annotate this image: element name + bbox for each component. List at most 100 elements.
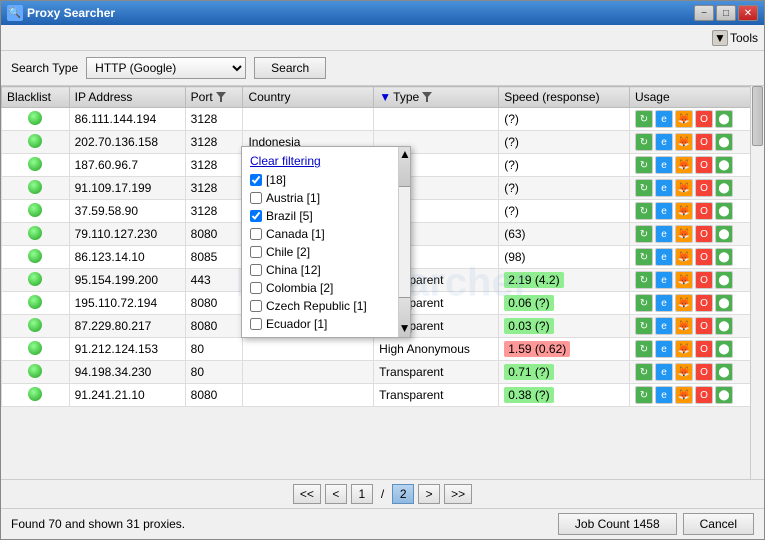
chrome-icon[interactable]: ⬤ <box>715 202 733 220</box>
chrome-icon[interactable]: ⬤ <box>715 294 733 312</box>
ie-icon[interactable]: e <box>655 363 673 381</box>
firefox-icon[interactable]: 🦊 <box>675 202 693 220</box>
dropdown-checkbox[interactable] <box>250 192 262 204</box>
dropdown-item[interactable]: Chile [2] <box>242 243 410 261</box>
scrollbar-thumb[interactable] <box>752 86 763 146</box>
chrome-icon[interactable]: ⬤ <box>715 386 733 404</box>
opera-icon[interactable]: O <box>695 294 713 312</box>
chrome-icon[interactable]: ⬤ <box>715 156 733 174</box>
ie-icon[interactable]: e <box>655 386 673 404</box>
dropdown-checkbox[interactable] <box>250 174 262 186</box>
refresh-icon[interactable]: ↻ <box>635 179 653 197</box>
ie-icon[interactable]: e <box>655 133 673 151</box>
firefox-icon[interactable]: 🦊 <box>675 248 693 266</box>
opera-icon[interactable]: O <box>695 133 713 151</box>
ie-icon[interactable]: e <box>655 179 673 197</box>
first-page-btn[interactable]: << <box>293 484 321 504</box>
clear-filter-btn[interactable]: Clear filtering <box>242 151 410 171</box>
opera-icon[interactable]: O <box>695 340 713 358</box>
firefox-icon[interactable]: 🦊 <box>675 386 693 404</box>
firefox-icon[interactable]: 🦊 <box>675 110 693 128</box>
dropdown-checkbox[interactable] <box>250 318 262 330</box>
firefox-icon[interactable]: 🦊 <box>675 133 693 151</box>
ie-icon[interactable]: e <box>655 248 673 266</box>
ie-icon[interactable]: e <box>655 294 673 312</box>
refresh-icon[interactable]: ↻ <box>635 363 653 381</box>
page-2-btn[interactable]: 2 <box>392 484 414 504</box>
type-filter-icon-left[interactable]: ▼ <box>379 91 391 103</box>
minimize-button[interactable]: − <box>694 5 714 21</box>
opera-icon[interactable]: O <box>695 386 713 404</box>
port-filter-icon[interactable] <box>215 91 227 103</box>
dropdown-scrollbar[interactable]: ▲ ▼ <box>398 147 410 337</box>
opera-icon[interactable]: O <box>695 271 713 289</box>
dropdown-checkbox[interactable] <box>250 210 262 222</box>
ie-icon[interactable]: e <box>655 202 673 220</box>
chrome-icon[interactable]: ⬤ <box>715 133 733 151</box>
firefox-icon[interactable]: 🦊 <box>675 340 693 358</box>
dropdown-checkbox[interactable] <box>250 246 262 258</box>
firefox-icon[interactable]: 🦊 <box>675 294 693 312</box>
opera-icon[interactable]: O <box>695 202 713 220</box>
chrome-icon[interactable]: ⬤ <box>715 317 733 335</box>
chrome-icon[interactable]: ⬤ <box>715 179 733 197</box>
type-filter-icon[interactable] <box>421 91 433 103</box>
ie-icon[interactable]: e <box>655 340 673 358</box>
refresh-icon[interactable]: ↻ <box>635 294 653 312</box>
page-1-btn[interactable]: 1 <box>351 484 373 504</box>
search-button[interactable]: Search <box>254 57 326 79</box>
dropdown-item[interactable]: China [12] <box>242 261 410 279</box>
chrome-icon[interactable]: ⬤ <box>715 363 733 381</box>
refresh-icon[interactable]: ↻ <box>635 225 653 243</box>
firefox-icon[interactable]: 🦊 <box>675 156 693 174</box>
ie-icon[interactable]: e <box>655 271 673 289</box>
opera-icon[interactable]: O <box>695 248 713 266</box>
chrome-icon[interactable]: ⬤ <box>715 271 733 289</box>
prev-page-btn[interactable]: < <box>325 484 347 504</box>
chrome-icon[interactable]: ⬤ <box>715 340 733 358</box>
close-button[interactable]: ✕ <box>738 5 758 21</box>
opera-icon[interactable]: O <box>695 363 713 381</box>
chrome-icon[interactable]: ⬤ <box>715 110 733 128</box>
chrome-icon[interactable]: ⬤ <box>715 225 733 243</box>
table-scrollbar[interactable] <box>750 86 764 479</box>
opera-icon[interactable]: O <box>695 110 713 128</box>
refresh-icon[interactable]: ↻ <box>635 271 653 289</box>
refresh-icon[interactable]: ↻ <box>635 156 653 174</box>
refresh-icon[interactable]: ↻ <box>635 110 653 128</box>
dropdown-item[interactable]: Austria [1] <box>242 189 410 207</box>
refresh-icon[interactable]: ↻ <box>635 202 653 220</box>
dropdown-checkbox[interactable] <box>250 300 262 312</box>
job-count-button[interactable]: Job Count 1458 <box>558 513 677 535</box>
refresh-icon[interactable]: ↻ <box>635 248 653 266</box>
tools-menu[interactable]: ▼ Tools <box>712 30 758 46</box>
firefox-icon[interactable]: 🦊 <box>675 317 693 335</box>
refresh-icon[interactable]: ↻ <box>635 340 653 358</box>
opera-icon[interactable]: O <box>695 179 713 197</box>
opera-icon[interactable]: O <box>695 317 713 335</box>
maximize-button[interactable]: □ <box>716 5 736 21</box>
firefox-icon[interactable]: 🦊 <box>675 271 693 289</box>
dropdown-checkbox[interactable] <box>250 282 262 294</box>
chrome-icon[interactable]: ⬤ <box>715 248 733 266</box>
last-page-btn[interactable]: >> <box>444 484 472 504</box>
opera-icon[interactable]: O <box>695 225 713 243</box>
dropdown-item[interactable]: [18] <box>242 171 410 189</box>
refresh-icon[interactable]: ↻ <box>635 133 653 151</box>
firefox-icon[interactable]: 🦊 <box>675 225 693 243</box>
firefox-icon[interactable]: 🦊 <box>675 179 693 197</box>
next-page-btn[interactable]: > <box>418 484 440 504</box>
dropdown-item[interactable]: Czech Republic [1] <box>242 297 410 315</box>
dropdown-item[interactable]: Brazil [5] <box>242 207 410 225</box>
refresh-icon[interactable]: ↻ <box>635 386 653 404</box>
dropdown-item[interactable]: Ecuador [1] <box>242 315 410 333</box>
ie-icon[interactable]: e <box>655 156 673 174</box>
search-type-select[interactable]: HTTP (Google) HTTPS (Google) Bing Yahoo <box>86 57 246 79</box>
cancel-button[interactable]: Cancel <box>683 513 754 535</box>
dropdown-checkbox[interactable] <box>250 264 262 276</box>
proxy-table-container[interactable]: Proxy Searcher Blacklist IP Address Port… <box>1 86 764 479</box>
dropdown-checkbox[interactable] <box>250 228 262 240</box>
ie-icon[interactable]: e <box>655 110 673 128</box>
dropdown-item[interactable]: Colombia [2] <box>242 279 410 297</box>
refresh-icon[interactable]: ↻ <box>635 317 653 335</box>
